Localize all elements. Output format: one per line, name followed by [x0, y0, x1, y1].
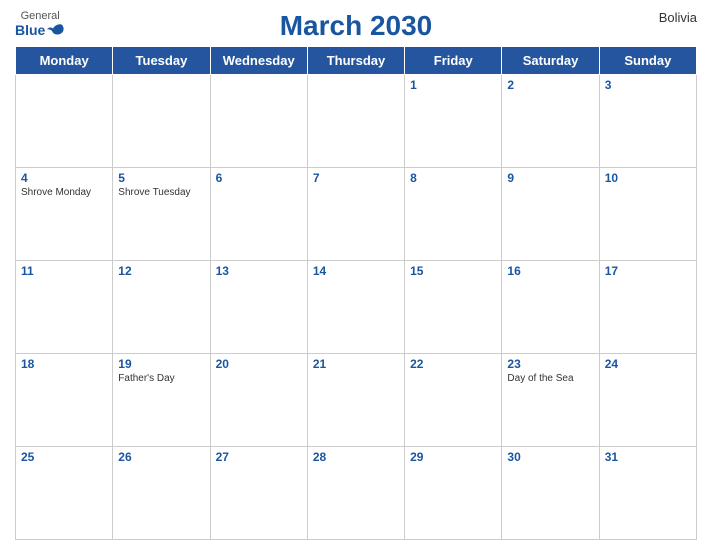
calendar-cell: 19 Father's Day: [113, 354, 210, 447]
calendar-cell: 27: [210, 447, 307, 540]
calendar-cell: 17: [599, 261, 696, 354]
logo-bird-icon: [47, 23, 65, 37]
calendar-table: MondayTuesdayWednesdayThursdayFridaySatu…: [15, 46, 697, 540]
calendar-cell: 7: [307, 168, 404, 261]
calendar-cell: 21: [307, 354, 404, 447]
logo-general-text: General: [21, 10, 60, 22]
week-row-1: 123: [16, 75, 697, 168]
calendar-cell: 22: [405, 354, 502, 447]
day-number: 31: [605, 450, 691, 464]
week-row-2: 4 Shrove Monday 5 Shrove Tuesday 6789 10: [16, 168, 697, 261]
day-number: 2: [507, 78, 593, 92]
calendar-cell: 13: [210, 261, 307, 354]
calendar-header: General Blue March 2030 Bolivia: [15, 10, 697, 42]
calendar-cell: 3: [599, 75, 696, 168]
calendar-cell: 31: [599, 447, 696, 540]
day-number: 29: [410, 450, 496, 464]
calendar-cell: 18: [16, 354, 113, 447]
calendar-cell: 5 Shrove Tuesday: [113, 168, 210, 261]
day-header-monday: Monday: [16, 47, 113, 75]
calendar-cell: 25: [16, 447, 113, 540]
day-header-friday: Friday: [405, 47, 502, 75]
calendar-cell: 30: [502, 447, 599, 540]
day-number: 27: [216, 450, 302, 464]
calendar-cell: 8: [405, 168, 502, 261]
day-number: 30: [507, 450, 593, 464]
week-row-3: 11 12 13 14 15 16 17: [16, 261, 697, 354]
day-number: 8: [410, 171, 496, 185]
calendar-cell: 11: [16, 261, 113, 354]
day-number: 16: [507, 264, 593, 278]
calendar-cell: [307, 75, 404, 168]
calendar-cell: 15: [405, 261, 502, 354]
day-number: 7: [313, 171, 399, 185]
day-number: 19: [118, 357, 204, 371]
day-number: 11: [21, 264, 107, 278]
holiday-label: Shrove Tuesday: [118, 187, 204, 199]
holiday-label: Day of the Sea: [507, 373, 593, 385]
day-header-saturday: Saturday: [502, 47, 599, 75]
day-number: 25: [21, 450, 107, 464]
day-number: 13: [216, 264, 302, 278]
calendar-cell: 9: [502, 168, 599, 261]
calendar-cell: 28: [307, 447, 404, 540]
day-header-wednesday: Wednesday: [210, 47, 307, 75]
day-number: 10: [605, 171, 691, 185]
logo: General Blue: [15, 10, 65, 38]
day-number: 28: [313, 450, 399, 464]
day-number: 23: [507, 357, 593, 371]
calendar-cell: 10: [599, 168, 696, 261]
day-header-thursday: Thursday: [307, 47, 404, 75]
calendar-cell: 12: [113, 261, 210, 354]
day-number: 14: [313, 264, 399, 278]
calendar-cell: 29: [405, 447, 502, 540]
day-header-sunday: Sunday: [599, 47, 696, 75]
day-number: 5: [118, 171, 204, 185]
calendar-cell: 26: [113, 447, 210, 540]
calendar-cell: 1: [405, 75, 502, 168]
day-number: 22: [410, 357, 496, 371]
day-number: 1: [410, 78, 496, 92]
day-number: 9: [507, 171, 593, 185]
page-title: March 2030: [280, 10, 433, 42]
day-number: 15: [410, 264, 496, 278]
calendar-cell: 6: [210, 168, 307, 261]
calendar-cell: [210, 75, 307, 168]
calendar-cell: 2: [502, 75, 599, 168]
calendar-cell: 20: [210, 354, 307, 447]
day-number: 21: [313, 357, 399, 371]
country-label: Bolivia: [659, 10, 697, 25]
calendar-cell: [113, 75, 210, 168]
day-number: 4: [21, 171, 107, 185]
week-row-4: 18 19 Father's Day 20 21 22 23 Day of the Sea 24: [16, 354, 697, 447]
calendar-cell: [16, 75, 113, 168]
day-number: 26: [118, 450, 204, 464]
week-row-5: 25 26 27 28 29 30 31: [16, 447, 697, 540]
day-number: 24: [605, 357, 691, 371]
day-number: 17: [605, 264, 691, 278]
day-number: 3: [605, 78, 691, 92]
calendar-cell: 24: [599, 354, 696, 447]
calendar-cell: 23 Day of the Sea: [502, 354, 599, 447]
day-number: 6: [216, 171, 302, 185]
holiday-label: Shrove Monday: [21, 187, 107, 199]
calendar-cell: 16: [502, 261, 599, 354]
day-header-tuesday: Tuesday: [113, 47, 210, 75]
calendar-cell: 4 Shrove Monday: [16, 168, 113, 261]
holiday-label: Father's Day: [118, 373, 204, 385]
logo-blue-text: Blue: [15, 22, 65, 38]
day-number: 12: [118, 264, 204, 278]
calendar-cell: 14: [307, 261, 404, 354]
day-number: 20: [216, 357, 302, 371]
day-number: 18: [21, 357, 107, 371]
calendar-header-row: MondayTuesdayWednesdayThursdayFridaySatu…: [16, 47, 697, 75]
